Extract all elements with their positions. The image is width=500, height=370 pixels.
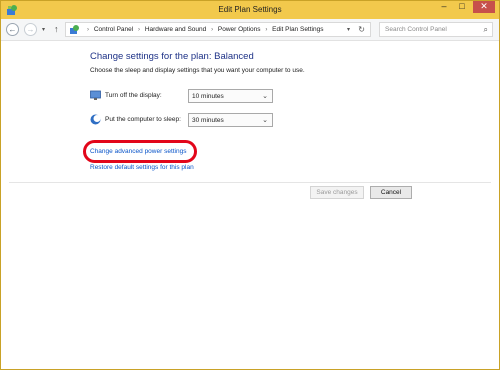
- advanced-power-settings-link[interactable]: Change advanced power settings: [90, 148, 186, 155]
- display-timeout-value: 10 minutes: [192, 93, 224, 100]
- chevron-down-icon: ⌄: [262, 117, 268, 124]
- save-changes-button[interactable]: Save changes: [310, 186, 364, 199]
- minimize-button[interactable]: –: [435, 1, 453, 13]
- sleep-moon-icon: [90, 114, 101, 125]
- chevron-down-icon: ⌄: [262, 93, 268, 100]
- window-title: Edit Plan Settings: [218, 5, 282, 14]
- page-description: Choose the sleep and display settings th…: [90, 67, 305, 74]
- sleep-timeout-label: Put the computer to sleep:: [105, 116, 181, 123]
- restore-defaults-link[interactable]: Restore default settings for this plan: [90, 164, 194, 171]
- breadcrumb: › Control Panel › Hardware and Sound › P…: [84, 26, 323, 33]
- sleep-timeout-select[interactable]: 30 minutes ⌄: [188, 113, 273, 127]
- recent-locations-dropdown-icon[interactable]: ▾: [42, 26, 45, 33]
- breadcrumb-control-panel[interactable]: Control Panel: [94, 26, 133, 33]
- breadcrumb-edit-plan-settings[interactable]: Edit Plan Settings: [272, 26, 323, 33]
- search-icon[interactable]: ⌕: [484, 25, 488, 35]
- breadcrumb-chevron-icon[interactable]: ›: [262, 27, 270, 33]
- sleep-timeout-value: 30 minutes: [192, 117, 224, 124]
- up-arrow-icon[interactable]: ↑: [54, 24, 59, 34]
- breadcrumb-chevron-icon[interactable]: ›: [208, 27, 216, 33]
- monitor-icon: [90, 90, 101, 100]
- display-timeout-row: Turn off the display: 10 minutes ⌄: [90, 89, 280, 103]
- breadcrumb-chevron-icon[interactable]: ›: [135, 27, 143, 33]
- breadcrumb-chevron-icon: ›: [87, 27, 89, 33]
- breadcrumb-power-options[interactable]: Power Options: [218, 26, 261, 33]
- close-button[interactable]: ✕: [473, 1, 495, 13]
- sleep-timeout-row: Put the computer to sleep: 30 minutes ⌄: [90, 113, 280, 127]
- refresh-icon[interactable]: ↻: [358, 25, 365, 34]
- cancel-button[interactable]: Cancel: [370, 186, 412, 199]
- address-dropdown-icon[interactable]: ▾: [347, 26, 350, 33]
- window: Edit Plan Settings – □ ✕ ← → ▾ ↑ › Contr…: [0, 0, 500, 370]
- display-timeout-label: Turn off the display:: [105, 92, 162, 99]
- divider: [9, 182, 491, 183]
- display-timeout-select[interactable]: 10 minutes ⌄: [188, 89, 273, 103]
- page-title: Change settings for the plan: Balanced: [90, 51, 254, 62]
- breadcrumb-hardware-and-sound[interactable]: Hardware and Sound: [145, 26, 206, 33]
- forward-button[interactable]: →: [24, 23, 37, 36]
- control-panel-icon: [70, 25, 79, 34]
- back-button[interactable]: ←: [6, 23, 19, 36]
- maximize-button[interactable]: □: [453, 1, 471, 13]
- title-bar[interactable]: Edit Plan Settings – □ ✕: [1, 1, 499, 19]
- address-path[interactable]: › Control Panel › Hardware and Sound › P…: [65, 22, 371, 37]
- search-placeholder: Search Control Panel: [385, 26, 447, 33]
- back-arrow-icon: ←: [8, 25, 17, 34]
- forward-arrow-icon: →: [26, 25, 35, 34]
- address-bar: ← → ▾ ↑ › Control Panel › Hardware and S…: [1, 19, 499, 41]
- search-input[interactable]: Search Control Panel ⌕: [379, 22, 493, 37]
